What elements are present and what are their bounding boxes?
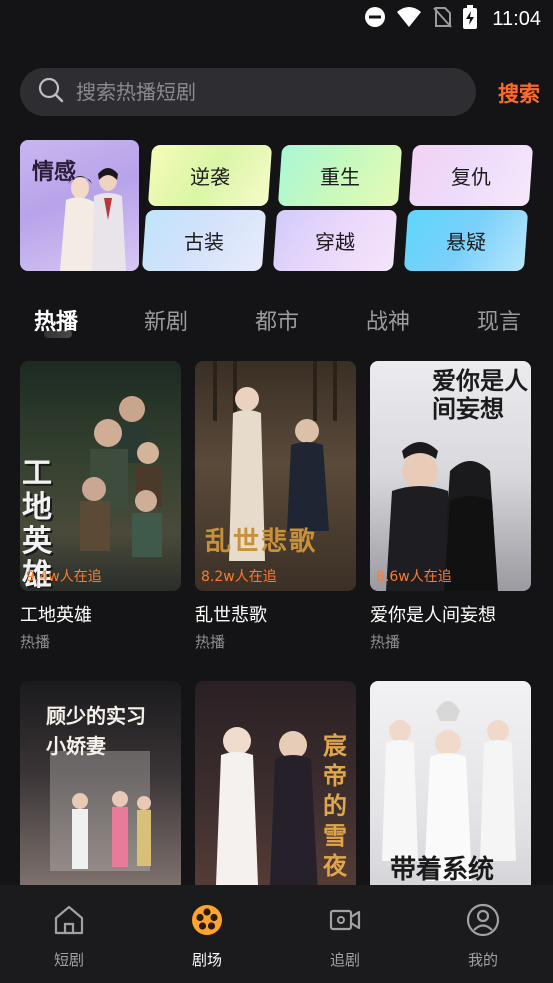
genre-tabs: 热播 新剧 都市 战神 现言 (20, 298, 553, 344)
drama-poster: 爱你是人间妄想 (370, 361, 531, 591)
drama-card[interactable]: 宸帝的雪夜 (195, 681, 356, 911)
nav-label: 追剧 (329, 951, 360, 969)
drama-title: 工地英雄 (20, 605, 92, 626)
category-grid: 情感 逆袭 重生 复仇 古装 穿越 悬疑 (20, 140, 534, 272)
poster-title: 乱世悲歌 (205, 527, 318, 557)
drama-card[interactable]: 爱你是人间妄想 8.6w人在追 爱你是人间妄想 热播 (370, 361, 531, 651)
drama-poster: 顾少的实习小娇妻 (20, 681, 181, 911)
no-sim-icon (432, 6, 453, 32)
bottom-nav: 短剧 剧场 追剧 我的 (0, 885, 553, 983)
search-button[interactable]: 搜索 (498, 78, 540, 108)
wifi-icon (396, 6, 422, 32)
poster-title: 爱你是人间妄想 (432, 367, 528, 423)
tab-hot[interactable]: 热播 (34, 304, 78, 336)
battery-icon (462, 5, 478, 33)
couple-illustration (60, 168, 126, 271)
nav-profile[interactable]: 我的 (443, 903, 523, 973)
drama-tag: 热播 (195, 633, 226, 651)
watch-count: 8.2w人在追 (201, 569, 277, 585)
dnd-icon (364, 6, 386, 32)
search-icon (38, 77, 64, 107)
category-chip[interactable]: 古装 (141, 210, 267, 271)
category-chip[interactable]: 逆袭 (147, 145, 273, 206)
drama-tag: 热播 (20, 633, 51, 651)
status-bar: 11:04 (0, 0, 553, 40)
drama-card[interactable]: 带着系统 (370, 681, 531, 911)
nav-label: 剧场 (191, 951, 222, 969)
search-row: 搜索 (20, 68, 540, 116)
tab-new[interactable]: 新剧 (144, 304, 188, 336)
watch-count: 9.4w人在追 (26, 569, 102, 585)
nav-short-drama[interactable]: 短剧 (29, 903, 109, 973)
category-chip[interactable]: 穿越 (272, 210, 398, 271)
tab-war-god[interactable]: 战神 (366, 304, 410, 336)
poster-title: 带着系统 (390, 855, 495, 885)
tab-modern-romance[interactable]: 现言 (477, 304, 521, 336)
nav-label: 短剧 (53, 951, 84, 969)
category-chip[interactable]: 复仇 (408, 145, 534, 206)
drama-card[interactable]: 工地英雄 9.4w人在追 工地英雄 热播 (20, 361, 181, 651)
video-camera-icon (329, 909, 361, 931)
profile-icon (466, 903, 500, 937)
tab-urban[interactable]: 都市 (255, 304, 299, 336)
category-chip[interactable]: 悬疑 (403, 210, 529, 271)
drama-poster: 带着系统 (370, 681, 531, 911)
poster-title: 顾少的实习小娇妻 (46, 704, 146, 758)
drama-poster: 宸帝的雪夜 (195, 681, 356, 911)
drama-title: 乱世悲歌 (195, 605, 267, 626)
watch-count: 8.6w人在追 (376, 569, 452, 585)
nav-following[interactable]: 追剧 (305, 903, 385, 973)
drama-poster: 工地英雄 (20, 361, 181, 591)
poster-title: 宸帝的雪夜 (323, 732, 347, 880)
film-reel-icon (192, 905, 222, 935)
status-time: 11:04 (492, 7, 541, 30)
nav-theater[interactable]: 剧场 (167, 903, 247, 973)
home-icon (54, 905, 84, 935)
drama-tag: 热播 (370, 633, 401, 651)
drama-card[interactable]: 乱世悲歌 8.2w人在追 乱世悲歌 热播 (195, 361, 356, 651)
drama-poster: 乱世悲歌 (195, 361, 356, 591)
drama-card[interactable]: 顾少的实习小娇妻 (20, 681, 181, 911)
category-chip[interactable]: 重生 (277, 145, 403, 206)
search-box[interactable] (20, 68, 476, 116)
category-feature-card[interactable]: 情感 (20, 140, 139, 271)
nav-label: 我的 (467, 951, 498, 969)
search-input[interactable] (76, 80, 436, 104)
drama-title: 爱你是人间妄想 (370, 605, 496, 626)
